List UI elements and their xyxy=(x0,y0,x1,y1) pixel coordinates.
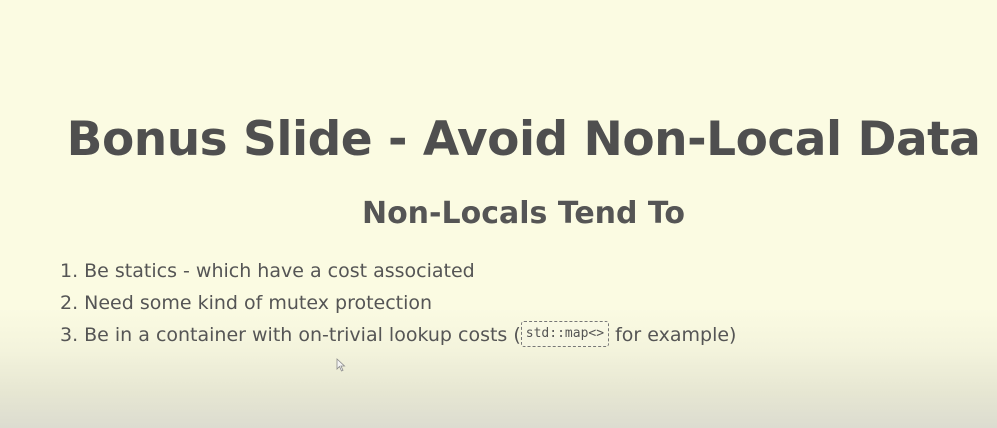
inline-code: std::map<> xyxy=(520,320,610,347)
slide-title: Bonus Slide - Avoid Non-Local Data xyxy=(66,112,981,167)
list-item: 1. Be statics - which have a cost associa… xyxy=(60,256,736,288)
bullet-list: 1. Be statics - which have a cost associa… xyxy=(60,256,736,352)
list-item-text: Be statics - which have a cost associate… xyxy=(84,260,475,282)
list-item-text-before: Be in a container with on-trivial lookup… xyxy=(84,324,521,346)
list-item-number: 2. xyxy=(60,292,79,314)
slide: Bonus Slide - Avoid Non-Local Data Non-L… xyxy=(0,0,997,428)
list-item-number: 3. xyxy=(60,324,79,346)
list-item-text-after: for example) xyxy=(609,324,737,346)
list-item-text: Need some kind of mutex protection xyxy=(84,292,433,314)
list-item: 3. Be in a container with on-trivial look… xyxy=(60,320,736,352)
mouse-pointer-icon xyxy=(336,358,346,372)
slide-subtitle: Non-Locals Tend To xyxy=(361,196,686,231)
list-item-number: 1. xyxy=(60,260,79,282)
list-item: 2. Need some kind of mutex protection xyxy=(60,288,736,320)
